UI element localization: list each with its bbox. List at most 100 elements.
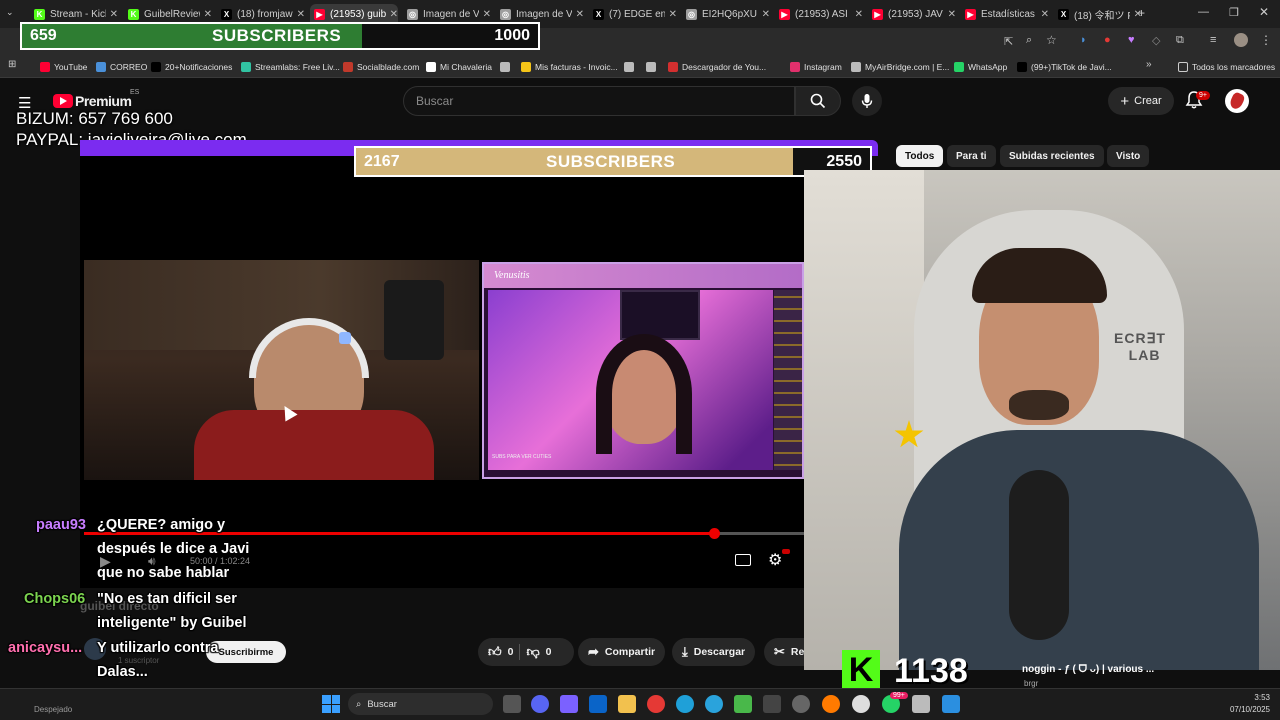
tab-close-icon[interactable]: ✕	[758, 9, 770, 20]
like-button[interactable]: 👍︎ 0	[488, 644, 513, 660]
browser-tab[interactable]: K Stream - Kick ✕	[30, 4, 118, 24]
bookmark-item[interactable]	[500, 59, 514, 75]
apps-grid-icon[interactable]: ⊞	[8, 59, 16, 70]
settings-gear-icon[interactable]: ⚙	[768, 550, 782, 570]
browser-tab[interactable]: ▶ (21953) guib ✕	[310, 4, 398, 24]
chip-for-you[interactable]: Para ti	[947, 145, 996, 167]
bookmark-item[interactable]: Instagram	[790, 59, 842, 75]
bookmark-item[interactable]: MyAirBridge.com | E...	[851, 59, 949, 75]
bookmark-item[interactable]: Mi Chavaleria	[426, 59, 492, 75]
share-button[interactable]: ➦ Compartir	[578, 638, 666, 666]
tab-close-icon[interactable]: ✕	[479, 9, 491, 20]
teams-icon[interactable]	[560, 695, 578, 713]
chip-watched[interactable]: Visto	[1107, 145, 1150, 167]
browser-tab[interactable]: ◎ Imagen de V ✕	[496, 4, 584, 24]
settings-icon[interactable]	[792, 695, 810, 713]
search-icon	[810, 93, 826, 109]
cast-icon[interactable]: ⇱	[1004, 35, 1013, 48]
profile-avatar[interactable]	[1234, 33, 1248, 47]
file-explorer-icon[interactable]	[618, 695, 636, 713]
voice-search-button[interactable]	[852, 86, 882, 116]
stream-chat-column	[774, 290, 802, 470]
bookmark-item[interactable]: Mis facturas - Invoic...	[521, 59, 618, 75]
tab-close-icon[interactable]: ✕	[572, 9, 584, 20]
close-icon[interactable]: ✕	[1259, 5, 1269, 19]
telegram-icon[interactable]	[705, 695, 723, 713]
menu-dots-icon[interactable]: ⋮	[1260, 33, 1272, 47]
browser-tab[interactable]: ◎ EI2HQ6pXU ✕	[682, 4, 770, 24]
extensions-puzzle-icon[interactable]: ⧉	[1176, 34, 1184, 47]
browser-tab[interactable]: X (18) fromjaw ✕	[217, 4, 305, 24]
tab-search-icon[interactable]: ⌄	[6, 7, 14, 18]
browser-tab[interactable]: X (18) 令和ツ F ✕	[1054, 4, 1142, 24]
chrome-icon[interactable]	[647, 695, 665, 713]
browser-tab[interactable]: ▶ Estadísticas ✕	[961, 4, 1049, 24]
webcam-microphone	[1009, 470, 1069, 640]
tab-close-icon[interactable]: ✕	[944, 9, 956, 20]
app-icon[interactable]	[734, 695, 752, 713]
restore-icon[interactable]: ❐	[1229, 6, 1239, 19]
app-icon[interactable]	[912, 695, 930, 713]
extension-icon[interactable]: ●	[1104, 34, 1111, 46]
edge-icon[interactable]	[676, 695, 694, 713]
discord-icon[interactable]	[531, 695, 549, 713]
chip-all[interactable]: Todos	[896, 145, 944, 167]
zoom-icon[interactable]: ⌕	[1026, 34, 1032, 47]
tab-close-icon[interactable]: ✕	[106, 9, 118, 20]
bookmark-item[interactable]: Streamlabs: Free Liv...	[241, 59, 340, 75]
extension-icon[interactable]: ◗	[1080, 34, 1087, 46]
next-video-title[interactable]: noggin - ƒ ( ᗜ ᴗ) | various ...	[1022, 664, 1154, 675]
obs-icon[interactable]	[852, 695, 870, 713]
tab-close-icon[interactable]: ✕	[851, 9, 863, 20]
bookmark-label: WhatsApp	[968, 62, 1008, 72]
windows-start-icon[interactable]	[322, 695, 340, 713]
browser-tab[interactable]: X (7) EDGE en ✕	[589, 4, 677, 24]
reading-list-icon[interactable]: ≡	[1210, 34, 1216, 46]
app-icon[interactable]	[822, 695, 840, 713]
browser-tab[interactable]: ◎ Imagen de V ✕	[403, 4, 491, 24]
user-avatar[interactable]	[1225, 89, 1249, 113]
tab-close-icon[interactable]: ✕	[665, 9, 677, 20]
bookmark-item[interactable]	[624, 59, 638, 75]
bookmark-item[interactable]: Socialblade.com	[343, 59, 419, 75]
app-icon[interactable]	[763, 695, 781, 713]
chip-recent-uploads[interactable]: Subidas recientes	[1000, 145, 1104, 167]
clip-button[interactable]: ✂ Re	[764, 638, 804, 666]
extension-icon[interactable]: ◇	[1152, 34, 1160, 47]
bookmark-star-icon[interactable]: ☆	[1046, 33, 1057, 47]
mustache	[1009, 390, 1069, 420]
bookmark-item[interactable]: (99+)TikTok de Javi...	[1017, 59, 1112, 75]
browser-tab[interactable]: ▶ (21953) JAV ✕	[868, 4, 956, 24]
outlook-icon[interactable]	[589, 695, 607, 713]
tab-close-icon[interactable]: ✕	[293, 9, 305, 20]
bookmark-item[interactable]: YouTube	[40, 59, 87, 75]
taskbar-search[interactable]: ⌕ Buscar	[348, 693, 493, 715]
create-button[interactable]: + Crear	[1108, 87, 1174, 115]
download-button[interactable]: ⤓ Descargar	[672, 638, 756, 666]
new-tab-button[interactable]: +	[1138, 6, 1145, 20]
all-bookmarks-folder[interactable]: Todos los marcadores	[1178, 59, 1275, 75]
search-button[interactable]	[795, 86, 841, 116]
youtube-logo-icon[interactable]	[53, 94, 73, 108]
tab-close-icon[interactable]: ✕	[386, 9, 398, 20]
kick-logo-icon: K	[842, 650, 880, 690]
tab-close-icon[interactable]: ✕	[1037, 9, 1049, 20]
bookmark-item[interactable]: WhatsApp	[954, 59, 1007, 75]
task-view-icon[interactable]	[503, 695, 521, 713]
microphone-arm	[384, 280, 444, 360]
app-icon[interactable]	[942, 695, 960, 713]
bookmark-item[interactable]: Descargador de You...	[668, 59, 766, 75]
browser-tab[interactable]: ▶ (21953) ASÍ ✕	[775, 4, 863, 24]
dislike-button[interactable]: 👎︎ 0	[526, 644, 551, 660]
minimize-icon[interactable]: —	[1198, 6, 1209, 18]
more-bookmarks-icon[interactable]: »	[1146, 59, 1152, 70]
extension-icon[interactable]: ♥	[1128, 34, 1135, 46]
subtitles-icon[interactable]	[735, 554, 751, 566]
video-progress-handle[interactable]	[709, 528, 720, 539]
tab-close-icon[interactable]: ✕	[200, 9, 212, 20]
bookmark-item[interactable]: 20+Notificaciones	[151, 59, 232, 75]
browser-tab[interactable]: K GuibelReview ✕	[124, 4, 212, 24]
search-input[interactable]: Buscar	[403, 86, 795, 116]
bookmark-item[interactable]: CORREO	[96, 59, 147, 75]
bookmark-item[interactable]	[646, 59, 660, 75]
